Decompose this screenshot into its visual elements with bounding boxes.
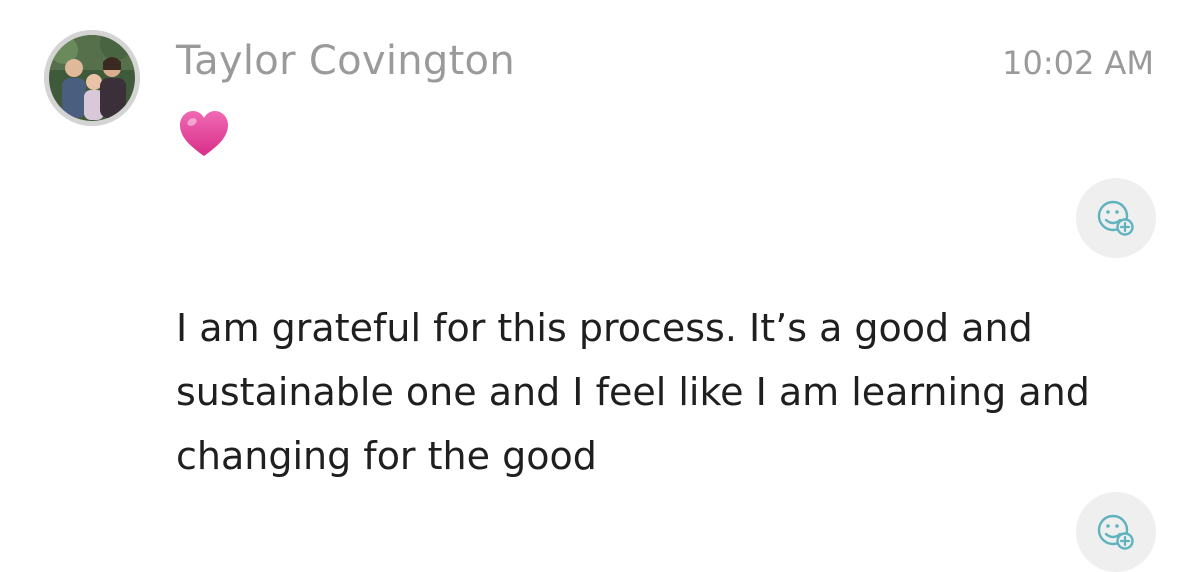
smiley-plus-icon (1097, 514, 1134, 550)
add-reaction-button[interactable] (1076, 178, 1156, 258)
message-timestamp: 10:02 AM (1002, 44, 1154, 82)
avatar[interactable] (44, 30, 140, 126)
sender-name: Taylor Covington (176, 38, 515, 84)
smiley-plus-icon (1097, 200, 1134, 236)
message-text: I am grateful for this process. It’s a g… (176, 306, 1090, 478)
heart-reaction-icon[interactable] (176, 106, 232, 162)
add-reaction-button[interactable] (1076, 492, 1156, 572)
